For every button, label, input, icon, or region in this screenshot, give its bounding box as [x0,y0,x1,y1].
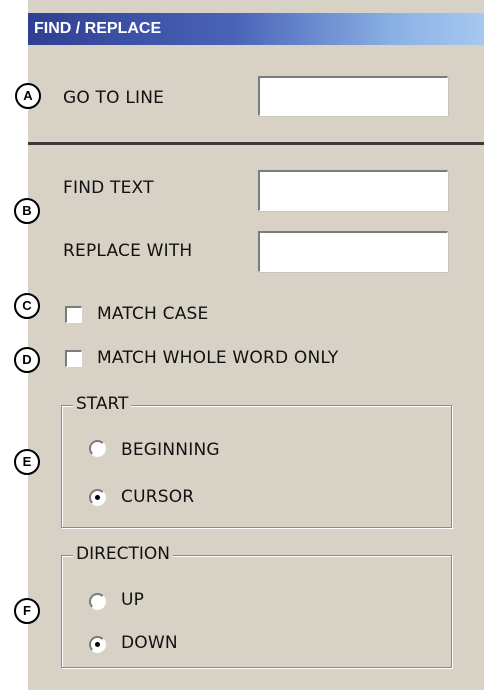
direction-down-label[interactable]: DOWN [121,633,178,653]
start-groupbox [61,405,452,528]
start-cursor-label[interactable]: CURSOR [121,487,194,507]
direction-up-radio[interactable] [89,593,106,610]
match-whole-word-checkbox[interactable] [65,350,82,367]
direction-group-legend: DIRECTION [73,544,174,564]
direction-groupbox [61,555,452,668]
section-divider [28,142,484,145]
panel-title: FIND / REPLACE [28,13,484,45]
callout-badge-e: E [14,449,40,475]
start-cursor-radio[interactable] [89,489,106,506]
match-case-checkbox[interactable] [65,306,82,323]
start-beginning-label[interactable]: BEGINNING [121,440,220,460]
go-to-line-input[interactable] [258,76,448,116]
callout-badge-c: C [14,293,40,319]
direction-down-radio[interactable] [89,636,106,653]
replace-with-input[interactable] [258,231,448,272]
start-group-legend: START [73,394,132,414]
go-to-line-label: GO TO LINE [63,88,165,108]
direction-up-label[interactable]: UP [121,590,144,610]
callout-badge-f: F [14,598,40,624]
match-case-label[interactable]: MATCH CASE [97,304,208,324]
radio-selected-dot [95,642,100,647]
match-whole-word-label[interactable]: MATCH WHOLE WORD ONLY [97,348,338,368]
callout-badge-a: A [15,83,41,109]
callout-badge-d: D [14,347,40,373]
start-beginning-radio[interactable] [89,440,106,457]
callout-badge-b: B [14,198,40,224]
find-text-input[interactable] [258,170,448,211]
replace-with-label: REPLACE WITH [63,241,193,261]
find-text-label: FIND TEXT [63,178,154,198]
radio-selected-dot [95,495,100,500]
